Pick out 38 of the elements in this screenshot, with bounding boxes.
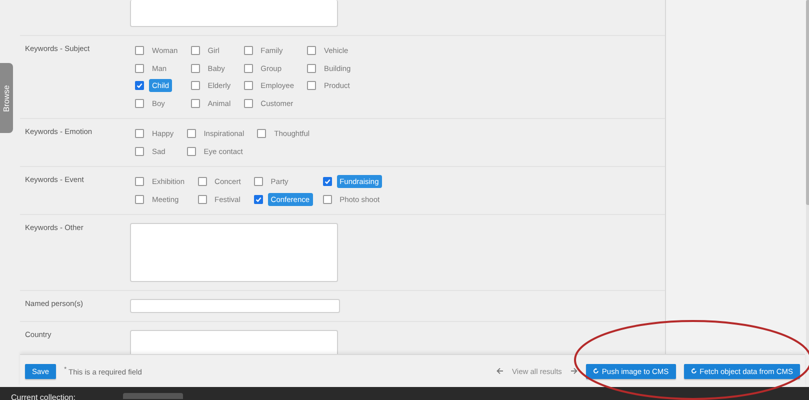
checkbox[interactable]: [135, 81, 144, 90]
arrow-right-icon[interactable]: [570, 367, 578, 375]
checkbox[interactable]: [244, 64, 253, 73]
checkbox[interactable]: [135, 64, 144, 73]
collection-label: Current collection:: [11, 393, 76, 400]
checkbox[interactable]: [257, 129, 266, 138]
refresh-icon: [690, 368, 697, 374]
checkbox[interactable]: [244, 81, 253, 90]
refresh-icon: [592, 368, 599, 374]
scrollbar-thumb[interactable]: [806, 0, 809, 205]
checkbox[interactable]: [244, 46, 253, 56]
checkbox[interactable]: [322, 177, 332, 186]
checkbox[interactable]: [307, 46, 316, 56]
checkbox[interactable]: [186, 129, 196, 138]
checkbox[interactable]: [254, 177, 263, 186]
checkbox[interactable]: [322, 194, 332, 204]
checkbox[interactable]: [244, 98, 253, 108]
text-area[interactable]: [130, 0, 338, 27]
text-area[interactable]: [130, 223, 338, 282]
checkbox[interactable]: [135, 177, 144, 186]
checkbox[interactable]: [135, 129, 144, 138]
checkbox[interactable]: [307, 81, 316, 90]
checkbox[interactable]: [198, 194, 207, 204]
checkbox[interactable]: [186, 146, 196, 156]
checkbox[interactable]: [135, 98, 144, 108]
input-field[interactable]: [130, 299, 340, 313]
checkbox[interactable]: [190, 64, 200, 73]
checkbox[interactable]: [190, 98, 200, 108]
checkbox[interactable]: [135, 46, 144, 56]
browse-tab[interactable]: Browse: [0, 63, 13, 133]
checkbox[interactable]: [190, 46, 200, 56]
checkbox[interactable]: [190, 81, 200, 90]
checkbox[interactable]: [135, 194, 144, 204]
checkbox[interactable]: [198, 177, 207, 186]
checkbox[interactable]: [135, 146, 144, 156]
checkbox[interactable]: [307, 64, 316, 73]
checkbox[interactable]: [254, 194, 263, 204]
arrow-left-icon[interactable]: [496, 367, 504, 375]
